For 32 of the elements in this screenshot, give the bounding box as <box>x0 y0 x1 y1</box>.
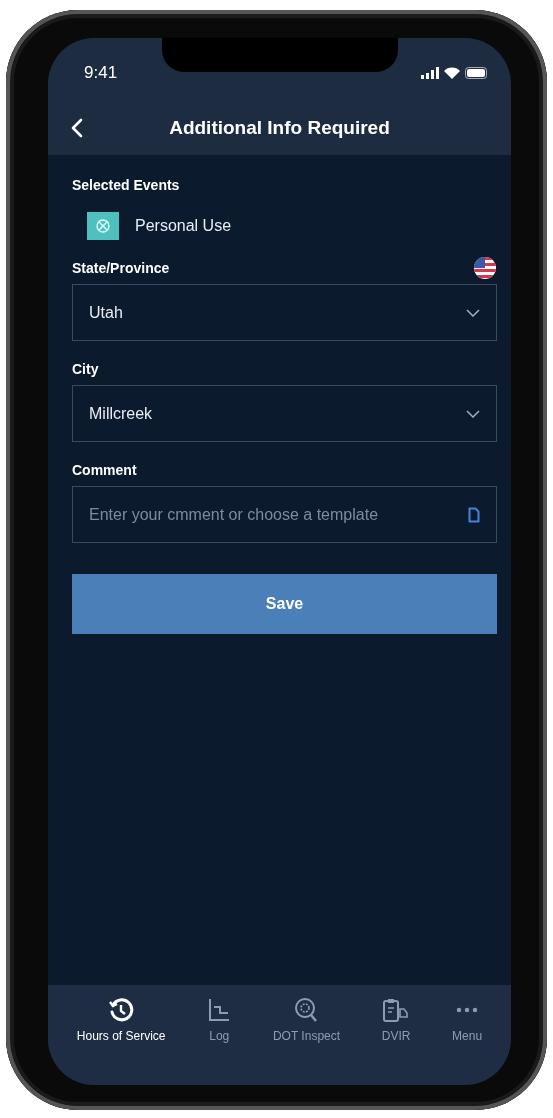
back-icon[interactable] <box>70 117 84 138</box>
flag-icon <box>473 256 497 280</box>
comment-field[interactable]: Enter your cmment or choose a template <box>72 486 497 543</box>
chevron-down-icon <box>466 308 480 317</box>
document-icon[interactable] <box>468 506 480 523</box>
screen-title: Additional Info Required <box>169 116 390 139</box>
tab[interactable]: Log <box>207 997 232 1085</box>
section-label: Selected Events <box>72 177 181 193</box>
chevron-down-icon <box>466 409 480 418</box>
field-label: State/Province <box>72 260 170 276</box>
dropdown[interactable]: Millcreek <box>72 385 497 442</box>
event-label: Personal Use <box>135 217 232 235</box>
field-label: Comment <box>72 462 137 478</box>
tab[interactable]: Hours of Service <box>76 997 166 1085</box>
clock-icon <box>108 997 135 1023</box>
step-chart-icon <box>207 997 232 1023</box>
clipboard-truck-icon <box>382 997 411 1023</box>
dropdown-value: Utah <box>89 303 123 322</box>
dropdown-value: Millcreek <box>89 404 153 423</box>
no-entry-icon <box>87 212 119 240</box>
tab[interactable]: Menu <box>452 997 483 1085</box>
field-label: City <box>72 361 99 377</box>
tab[interactable]: DOT Inspect <box>272 997 341 1085</box>
dropdown[interactable]: Utah <box>72 284 497 341</box>
status-time: 9:41 <box>84 63 118 83</box>
save-button[interactable]: Save <box>72 574 497 634</box>
more-icon[interactable] <box>456 1007 479 1013</box>
tab[interactable]: DVIR <box>381 997 411 1085</box>
signal-icon <box>421 67 439 79</box>
wifi-icon <box>444 67 460 79</box>
comment-input[interactable]: Enter your cmment or choose a template <box>89 505 460 524</box>
battery-icon <box>465 67 489 79</box>
